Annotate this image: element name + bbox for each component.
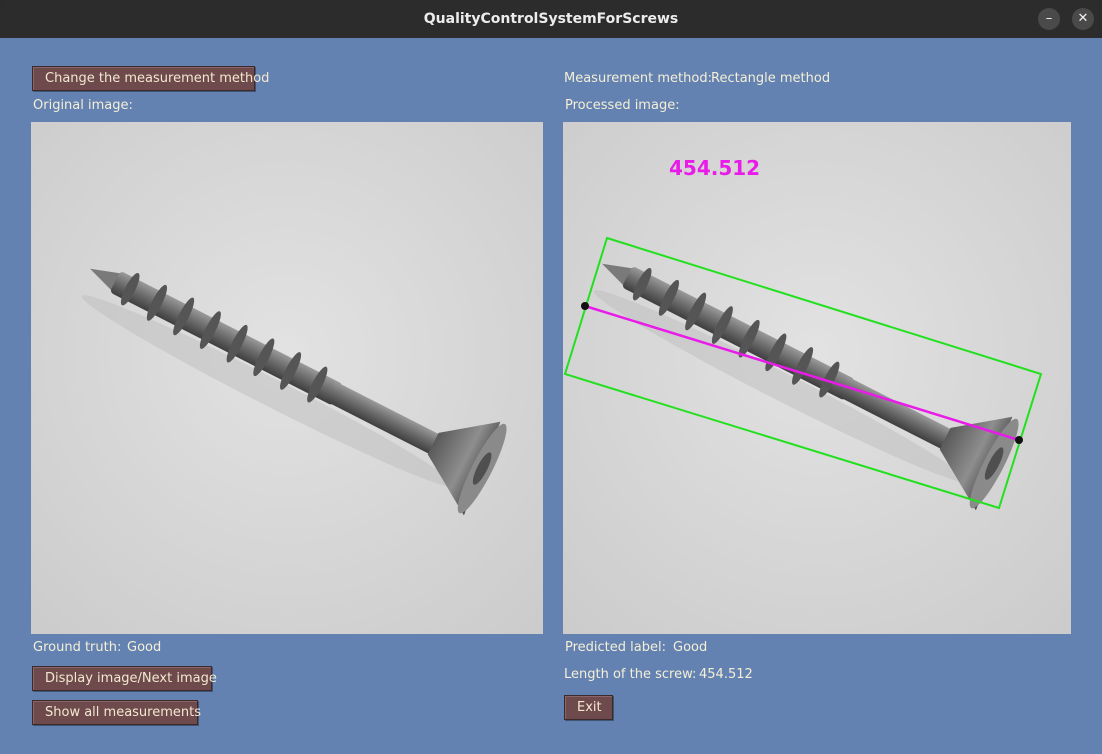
screw-length-label: Length of the screw: <box>564 667 697 682</box>
main-window: Change the measurement method Original i… <box>0 38 1102 754</box>
original-image-label: Original image: <box>33 98 133 113</box>
original-image <box>31 122 543 634</box>
title-bar: QualityControlSystemForScrews – ✕ <box>0 0 1102 38</box>
processed-image-label: Processed image: <box>565 98 680 113</box>
close-icon[interactable]: ✕ <box>1072 8 1094 30</box>
screw-length-value: 454.512 <box>699 667 753 682</box>
measurement-method-value: Rectangle method <box>711 71 831 86</box>
predicted-label: Predicted label: <box>565 640 666 655</box>
measurement-method-label: Measurement method: <box>564 71 712 86</box>
change-measurement-method-button[interactable]: Change the measurement method <box>32 66 269 91</box>
ground-truth-label: Ground truth: <box>33 640 122 655</box>
show-all-measurements-button[interactable]: Show all measurements <box>32 700 201 725</box>
length-overlay-text: 454.512 <box>669 156 760 180</box>
display-next-image-button[interactable]: Display image/Next image <box>32 666 217 691</box>
processed-image: 454.512 <box>563 122 1071 634</box>
predicted-value: Good <box>673 640 708 655</box>
endpoint-marker <box>1015 436 1023 444</box>
window-title: QualityControlSystemForScrews <box>423 11 679 27</box>
ground-truth-value: Good <box>127 640 162 655</box>
exit-button[interactable]: Exit <box>564 695 613 720</box>
endpoint-marker <box>581 302 589 310</box>
minimize-icon[interactable]: – <box>1038 8 1060 30</box>
